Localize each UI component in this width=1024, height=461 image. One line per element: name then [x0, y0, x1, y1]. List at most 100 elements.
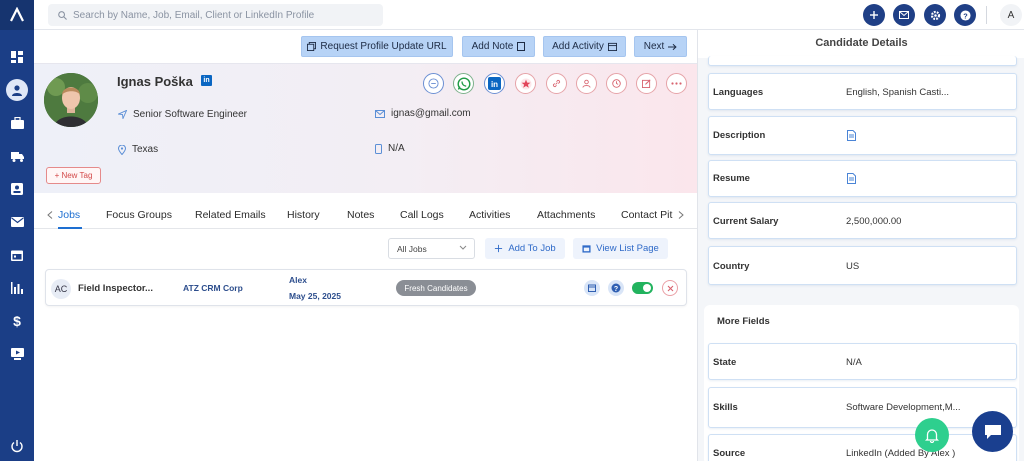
detail-label: Description [713, 130, 766, 141]
next-button[interactable]: Next [634, 36, 687, 57]
sidebar-item-reports[interactable] [0, 271, 34, 304]
tab-attachments[interactable]: Attachments [537, 209, 595, 221]
calendar-icon [607, 42, 617, 51]
detail-state[interactable]: State N/A [708, 343, 1017, 380]
logo-icon [10, 7, 24, 22]
inbox-button[interactable] [893, 4, 915, 26]
sidebar-item-media[interactable] [0, 337, 34, 370]
sidebar-item-jobs[interactable] [0, 106, 34, 139]
detail-source[interactable]: Source LinkedIn (Added By Alex ) [708, 434, 1017, 461]
notifications-button[interactable] [915, 418, 949, 452]
plus-icon [870, 11, 878, 19]
topbar-divider [986, 6, 987, 24]
detail-label: Source [713, 448, 746, 459]
detail-resume[interactable]: Resume [708, 160, 1017, 197]
detail-value: N/A [846, 357, 862, 368]
topbar: Search by Name, Job, Email, Client or Li… [34, 0, 1024, 30]
job-info-button[interactable]: ? [608, 280, 624, 296]
detail-label: Country [713, 261, 750, 272]
new-tag-button[interactable]: + New Tag [46, 167, 101, 184]
add-to-job-button[interactable]: Add To Job [485, 238, 565, 259]
detail-languages[interactable]: Languages English, Spanish Casti... [708, 73, 1017, 110]
view-list-page-button[interactable]: View List Page [573, 238, 668, 259]
chat-button[interactable] [972, 411, 1013, 452]
detail-description[interactable]: Description [708, 116, 1017, 155]
favorite-button[interactable] [515, 73, 536, 94]
detail-label: Skills [713, 402, 738, 413]
linkedin-icon[interactable]: in [201, 75, 212, 86]
active-tab-indicator [58, 227, 82, 229]
tab-call-logs[interactable]: Call Logs [400, 209, 444, 221]
detail-skills[interactable]: Skills Software Development,M... [708, 387, 1017, 428]
mail-icon [899, 11, 909, 19]
jobs-filter-select[interactable]: All Jobs [388, 238, 475, 259]
job-title[interactable]: Field Inspector... [78, 283, 153, 294]
help-button[interactable]: ? [954, 4, 976, 26]
remove-job-button[interactable] [662, 280, 678, 296]
power-icon [11, 440, 23, 453]
navigation-icon [118, 110, 127, 119]
plus-icon [495, 244, 503, 253]
search-input[interactable]: Search by Name, Job, Email, Client or Li… [48, 4, 383, 26]
chevron-right-icon[interactable] [678, 211, 684, 219]
sidebar-item-billing[interactable]: $ [0, 304, 34, 337]
copy-link-button[interactable] [546, 73, 567, 94]
app-logo[interactable] [0, 0, 34, 30]
detail-label: Current Salary [713, 216, 779, 227]
sidebar-item-dashboard[interactable] [0, 40, 34, 73]
request-profile-update-button[interactable]: Request Profile Update URL [301, 36, 453, 57]
status-badge[interactable]: Fresh Candidates [396, 280, 476, 296]
sidebar-item-candidates[interactable] [0, 73, 34, 106]
candidate-phone: N/A [388, 143, 405, 154]
schedule-button[interactable] [606, 73, 627, 94]
contact-card-icon [11, 182, 23, 195]
tab-focus-groups[interactable]: Focus Groups [106, 209, 172, 221]
tab-related-emails[interactable]: Related Emails [195, 209, 266, 221]
add-button[interactable] [863, 4, 885, 26]
sidebar-item-calendar[interactable] [0, 238, 34, 271]
job-calendar-button[interactable] [584, 280, 600, 296]
arrow-right-icon [668, 43, 677, 50]
detail-country[interactable]: Country US [708, 246, 1017, 285]
whatsapp-button[interactable] [453, 73, 474, 94]
settings-button[interactable] [924, 4, 946, 26]
calendar-icon [582, 245, 591, 253]
candidate-photo [44, 73, 98, 127]
chevron-down-icon [459, 245, 467, 250]
chevron-left-icon[interactable] [47, 211, 53, 219]
logout-button[interactable] [0, 439, 34, 453]
user-avatar[interactable]: A [1000, 4, 1022, 26]
tab-history[interactable]: History [287, 209, 320, 221]
sidebar-item-contacts[interactable] [0, 172, 34, 205]
chat-icon [984, 424, 1001, 439]
job-active-toggle[interactable] [632, 282, 653, 294]
tab-jobs[interactable]: Jobs [58, 209, 80, 221]
tab-notes[interactable]: Notes [347, 209, 374, 221]
sequence-button[interactable] [423, 73, 444, 94]
more-options-button[interactable] [666, 73, 687, 94]
search-placeholder: Search by Name, Job, Email, Client or Li… [73, 9, 315, 21]
dashboard-icon [11, 50, 23, 63]
table-row[interactable]: AC Field Inspector... ATZ CRM Corp Alex … [45, 269, 687, 306]
sidebar-item-email[interactable] [0, 205, 34, 238]
candidate-email-row[interactable]: ignas@gmail.com [375, 108, 471, 119]
job-client[interactable]: ATZ CRM Corp [183, 283, 243, 293]
add-activity-button[interactable]: Add Activity [543, 36, 626, 57]
document-icon[interactable] [847, 130, 856, 141]
add-note-button[interactable]: Add Note [462, 36, 535, 57]
document-icon[interactable] [847, 173, 856, 184]
tab-contact-pipeline[interactable]: Contact Pit [621, 209, 675, 221]
add-note-label: Add Note [471, 41, 514, 52]
job-owner: Alex [289, 275, 307, 285]
assign-user-button[interactable] [576, 73, 597, 94]
truck-icon [10, 151, 24, 162]
linkedin-profile-button[interactable]: in [484, 73, 505, 94]
candidate-phone-row[interactable]: N/A [375, 143, 405, 154]
user-icon [582, 79, 591, 88]
job-date: May 25, 2025 [289, 291, 341, 301]
sidebar-item-deals[interactable] [0, 139, 34, 172]
tab-activities[interactable]: Activities [469, 209, 510, 221]
edit-button[interactable] [636, 73, 657, 94]
request-profile-update-label: Request Profile Update URL [320, 41, 447, 52]
detail-current-salary[interactable]: Current Salary 2,500,000.00 [708, 202, 1017, 239]
